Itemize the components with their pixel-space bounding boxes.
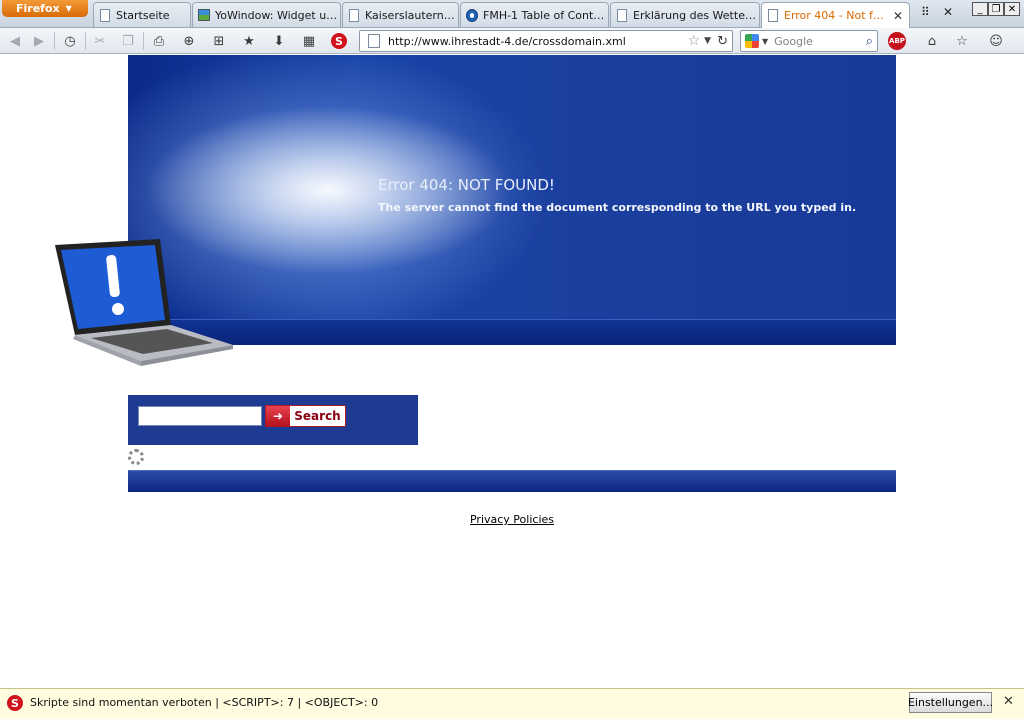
page-icon — [767, 9, 779, 23]
search-button-label: Search — [294, 409, 341, 423]
tab-kaiserslautern[interactable]: Kaiserslautern NEU — [342, 2, 459, 27]
tab-label: YoWindow: Widget und... — [215, 8, 340, 22]
minimize-icon[interactable]: _ — [972, 2, 988, 16]
search-placeholder[interactable]: Google — [774, 35, 866, 48]
noscript-icon: S — [7, 695, 23, 711]
site-search-input[interactable] — [138, 406, 262, 426]
error-message: The server cannot find the document corr… — [378, 201, 857, 214]
toolbar-divider — [143, 32, 144, 50]
site-identity-icon[interactable] — [368, 34, 380, 48]
navigation-toolbar: ◀ ▶ ◷ ✂ ❐ ⎙ ⊕ ⊞ ★ ⬇ ▦ S http://www.ihres… — [0, 28, 1024, 54]
downloads-icon[interactable]: ⬇ — [267, 30, 291, 52]
toolbar-divider — [85, 32, 86, 50]
window-close-icon[interactable]: ✕ — [1004, 2, 1020, 16]
greasemonkey-icon[interactable]: ☺ — [984, 30, 1008, 52]
bookmarks-icon[interactable]: ★ — [237, 30, 261, 52]
url-text[interactable]: http://www.ihrestadt-4.de/crossdomain.xm… — [388, 35, 688, 48]
firefox-menu-button[interactable]: Firefox ▼ — [2, 0, 88, 17]
site-search-panel: ➜ Search — [128, 395, 418, 445]
tab-error-404[interactable]: Error 404 - Not fo... ✕ — [761, 2, 910, 28]
search-engine-dropdown-icon[interactable]: ▼ — [762, 37, 768, 46]
address-bar[interactable]: http://www.ihrestadt-4.de/crossdomain.xm… — [359, 30, 733, 52]
yowindow-icon — [198, 8, 210, 22]
banner-bottom-strip — [128, 319, 896, 345]
back-icon[interactable]: ◀ — [3, 30, 27, 52]
footer-bar — [128, 470, 896, 492]
google-engine-icon[interactable] — [745, 34, 759, 48]
tab-yowindow[interactable]: YoWindow: Widget und... — [192, 2, 341, 27]
noscript-icon[interactable]: S — [327, 30, 351, 52]
arrow-right-icon: ➜ — [266, 406, 290, 426]
noscript-notification-bar: S Skripte sind momentan verboten | <SCRI… — [0, 688, 1024, 719]
url-history-dropdown-icon[interactable]: ▼ — [704, 36, 711, 46]
tab-strip: Firefox ▼ Startseite YoWindow: Widget und… — [0, 0, 1024, 28]
privacy-policies-link[interactable]: Privacy Policies — [0, 513, 1024, 526]
search-button[interactable]: ➜ Search — [265, 405, 346, 427]
list-all-tabs-icon[interactable]: ⠿ — [921, 5, 930, 19]
close-icon[interactable]: ✕ — [1003, 694, 1014, 709]
tab-erklaerung[interactable]: Erklärung des Wettersc... — [610, 2, 760, 27]
new-tab-icon[interactable]: ⊞ — [207, 30, 231, 52]
page-icon — [616, 8, 628, 22]
page-content: Error 404: NOT FOUND! The server cannot … — [0, 55, 1024, 688]
print-icon[interactable]: ⎙ — [147, 30, 171, 52]
settings-button[interactable]: Einstellungen... — [908, 692, 993, 713]
bookmarks-menu-icon[interactable]: ☆ — [950, 30, 974, 52]
history-icon[interactable]: ◷ — [58, 30, 82, 52]
save-page-icon[interactable]: ⊕ — [177, 30, 201, 52]
home-icon[interactable]: ⌂ — [920, 30, 944, 52]
error-banner: Error 404: NOT FOUND! The server cannot … — [128, 55, 896, 345]
restore-icon[interactable]: ❐ — [988, 2, 1004, 16]
copy-icon[interactable]: ❐ — [116, 30, 140, 52]
search-bar[interactable]: ▼ Google ⌕ — [740, 30, 878, 52]
loading-spinner-icon — [128, 449, 144, 465]
error-title: Error 404: NOT FOUND! — [378, 176, 555, 194]
tab-label: FMH-1 Table of Conten... — [483, 8, 608, 22]
toolbar-divider — [54, 32, 55, 50]
reload-icon[interactable]: ↻ — [717, 34, 728, 49]
page-icon — [348, 8, 360, 22]
search-icon[interactable]: ⌕ — [866, 34, 873, 49]
bookmark-star-icon[interactable]: ☆ — [688, 33, 701, 49]
forward-icon[interactable]: ▶ — [27, 30, 51, 52]
noscript-message: Skripte sind momentan verboten | <SCRIPT… — [30, 696, 379, 709]
dropdown-arrow-icon: ▼ — [65, 4, 72, 13]
cut-icon[interactable]: ✂ — [88, 30, 112, 52]
laptop-warning-icon — [55, 239, 233, 366]
adblock-plus-icon[interactable]: ABP — [888, 32, 906, 50]
close-tab-icon[interactable]: ✕ — [893, 9, 903, 23]
tab-startseite[interactable]: Startseite — [93, 2, 191, 27]
tab-label: Error 404 - Not fo... — [784, 9, 889, 22]
noaa-icon — [466, 8, 478, 22]
tab-label: Erklärung des Wettersc... — [633, 8, 759, 22]
close-tab-icon[interactable]: ✕ — [943, 5, 953, 19]
tab-label: Kaiserslautern NEU — [365, 8, 458, 22]
addons-icon[interactable]: ▦ — [297, 30, 321, 52]
page-icon — [99, 8, 111, 22]
firefox-menu-label: Firefox — [16, 2, 60, 15]
tab-label: Startseite — [116, 8, 170, 22]
tab-fmh1[interactable]: FMH-1 Table of Conten... — [460, 2, 609, 27]
